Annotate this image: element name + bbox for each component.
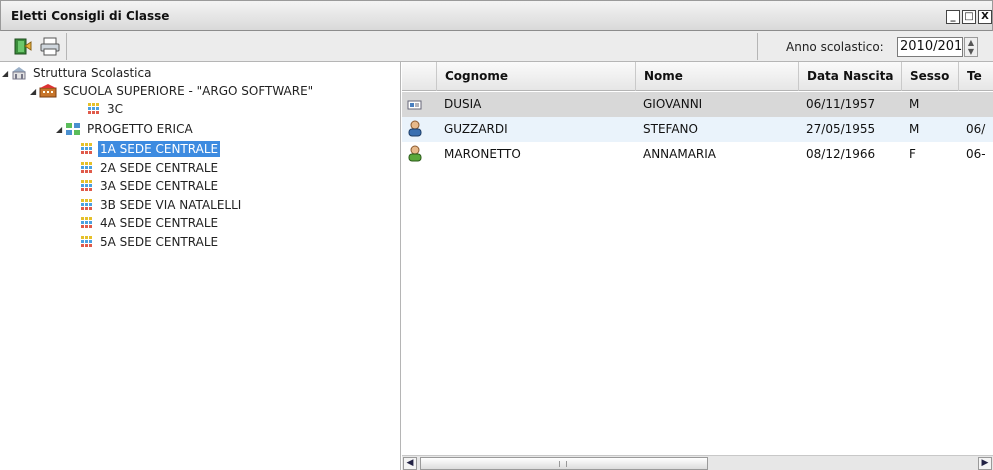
tree-label: SCUOLA SUPERIORE - "ARGO SOFTWARE" xyxy=(63,84,314,98)
window-controls: _ □ X xyxy=(946,10,992,24)
table-row[interactable]: MARONETTO ANNAMARIA 08/12/1966 F 06- xyxy=(402,142,993,167)
cell-sesso: M xyxy=(909,122,920,136)
tree-item-class[interactable]: 4A SEDE CENTRALE xyxy=(80,214,220,232)
window-title: Eletti Consigli di Classe xyxy=(11,9,170,23)
cell-cognome: GUZZARDI xyxy=(444,122,508,136)
building-icon xyxy=(12,67,26,80)
tree-item-project[interactable]: ◢ PROGETTO ERICA xyxy=(56,120,195,138)
toolbar: Anno scolastico: 2010/2011 ▲▼ xyxy=(0,31,993,62)
column-header-cognome[interactable]: Cognome xyxy=(436,62,635,91)
class-grid-icon xyxy=(81,180,92,191)
cell-nome: ANNAMARIA xyxy=(643,147,717,161)
column-header-icon[interactable] xyxy=(402,62,436,91)
tree-label: 4A SEDE CENTRALE xyxy=(100,216,219,230)
exit-button[interactable] xyxy=(11,35,35,57)
cell-te xyxy=(958,92,993,117)
tree-item-root[interactable]: ◢ Struttura Scolastica xyxy=(2,64,153,82)
horizontal-scrollbar[interactable]: ◀ ▶ xyxy=(402,455,993,470)
table-row[interactable]: GUZZARDI STEFANO 27/05/1955 M 06/ xyxy=(402,117,993,142)
class-grid-icon xyxy=(81,162,92,173)
cell-cognome: MARONETTO xyxy=(444,147,521,161)
cell-data-nascita: 06/11/1957 xyxy=(806,97,876,111)
cell-nome: STEFANO xyxy=(643,122,698,136)
expanded-arrow-icon[interactable]: ◢ xyxy=(56,125,65,134)
printer-icon xyxy=(40,37,60,56)
anno-scolastico-field[interactable]: 2010/2011 xyxy=(897,37,963,57)
toolbar-separator xyxy=(66,33,67,60)
class-grid-icon xyxy=(81,143,92,154)
expanded-arrow-icon[interactable]: ◢ xyxy=(2,69,11,78)
row-icon-cell xyxy=(406,142,436,167)
row-icon-cell xyxy=(406,92,436,117)
school-building-icon xyxy=(39,84,57,98)
id-card-icon xyxy=(407,100,422,110)
minimize-button[interactable]: _ xyxy=(946,10,960,24)
cell-nome: GIOVANNI xyxy=(643,97,703,111)
grid-header: Cognome Nome Data Nascita Sesso Te xyxy=(402,62,993,91)
window-titlebar: Eletti Consigli di Classe _ □ X xyxy=(0,0,993,31)
column-header-data-nascita[interactable]: Data Nascita xyxy=(798,62,901,91)
class-grid-icon xyxy=(88,103,99,114)
project-group-icon xyxy=(66,123,80,135)
tree-label: Struttura Scolastica xyxy=(33,66,152,80)
close-button[interactable]: X xyxy=(978,10,992,24)
tree-item-3c[interactable]: 3C xyxy=(87,100,125,118)
maximize-button[interactable]: □ xyxy=(962,10,976,24)
tree-label: 3C xyxy=(107,102,124,116)
cell-te: 06- xyxy=(966,147,986,161)
cell-sesso: M xyxy=(909,97,920,111)
anno-scolastico-label: Anno scolastico: xyxy=(786,40,884,54)
tree-item-class[interactable]: 3B SEDE VIA NATALELLI xyxy=(80,196,243,214)
tree-item-class[interactable]: 3A SEDE CENTRALE xyxy=(80,177,220,195)
cell-data-nascita: 08/12/1966 xyxy=(806,147,876,161)
cell-sesso: F xyxy=(909,147,916,161)
tree-item-class[interactable]: 5A SEDE CENTRALE xyxy=(80,233,220,251)
column-header-sesso[interactable]: Sesso xyxy=(901,62,958,91)
exit-door-icon xyxy=(14,38,32,55)
column-header-te[interactable]: Te xyxy=(958,62,993,91)
grip-icon xyxy=(559,461,567,467)
person-male-icon xyxy=(408,120,422,137)
members-grid: Cognome Nome Data Nascita Sesso Te DUSIA… xyxy=(402,62,993,470)
scroll-thumb[interactable] xyxy=(420,457,708,470)
tree-panel: ◢ Struttura Scolastica ◢ SCUOLA SUPERIOR… xyxy=(0,62,401,470)
tree-item-class[interactable]: 1A SEDE CENTRALE xyxy=(80,140,221,158)
tree-item-class[interactable]: 2A SEDE CENTRALE xyxy=(80,159,220,177)
cell-data-nascita: 27/05/1955 xyxy=(806,122,876,136)
print-button[interactable] xyxy=(38,35,62,57)
column-header-nome[interactable]: Nome xyxy=(635,62,798,91)
class-grid-icon xyxy=(81,236,92,247)
table-row[interactable]: DUSIA GIOVANNI 06/11/1957 M xyxy=(402,92,993,117)
tree-label: 2A SEDE CENTRALE xyxy=(100,161,219,175)
tree-label: 3B SEDE VIA NATALELLI xyxy=(100,198,242,212)
tree-label: PROGETTO ERICA xyxy=(87,122,193,136)
cell-cognome: DUSIA xyxy=(444,97,482,111)
cell-te: 06/ xyxy=(966,122,986,136)
tree-item-school[interactable]: ◢ SCUOLA SUPERIORE - "ARGO SOFTWARE" xyxy=(30,82,315,100)
anno-scolastico-spinner[interactable]: ▲ ▼ xyxy=(964,37,978,57)
class-grid-icon xyxy=(81,199,92,210)
scroll-right-button[interactable]: ▶ xyxy=(978,457,992,470)
expanded-arrow-icon[interactable]: ◢ xyxy=(30,87,39,96)
toolbar-separator xyxy=(757,33,758,60)
tree-label: 3A SEDE CENTRALE xyxy=(100,179,219,193)
tree-label: 5A SEDE CENTRALE xyxy=(100,235,219,249)
tree-label: 1A SEDE CENTRALE xyxy=(98,141,221,157)
scroll-left-button[interactable]: ◀ xyxy=(403,457,417,470)
class-grid-icon xyxy=(81,217,92,228)
person-female-icon xyxy=(408,145,422,162)
row-icon-cell xyxy=(406,117,436,142)
